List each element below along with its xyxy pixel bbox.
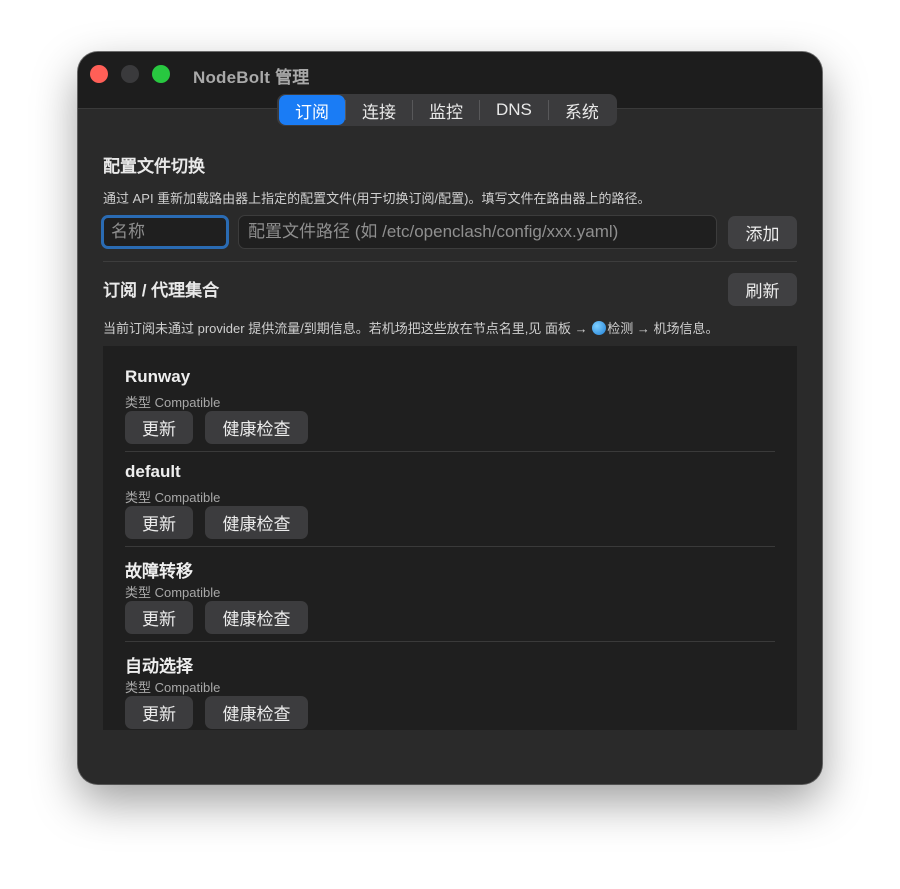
window-title: NodeBolt 管理 bbox=[193, 68, 310, 87]
zoom-window-button[interactable] bbox=[152, 65, 170, 83]
provider-name: default bbox=[125, 462, 181, 481]
provider-type: 类型 Compatible bbox=[125, 585, 221, 600]
provider-row: Runway 类型 Compatible 更新 健康检查 bbox=[125, 351, 775, 452]
content-area: 配置文件切换 通过 API 重新加载路由器上指定的配置文件(用于切换订阅/配置)… bbox=[78, 108, 822, 784]
provider-row: 故障转移 类型 Compatible 更新 健康检查 bbox=[125, 541, 775, 642]
update-button[interactable]: 更新 bbox=[125, 506, 193, 539]
app-window: NodeBolt 管理 订阅 连接 监控 DNS 系统 配置文件切换 通过 AP… bbox=[78, 52, 822, 784]
profile-name-input[interactable] bbox=[101, 215, 229, 249]
profile-heading: 配置文件切换 bbox=[103, 157, 205, 176]
provider-list: Runway 类型 Compatible 更新 健康检查 default 类型 … bbox=[103, 346, 797, 730]
provider-type: 类型 Compatible bbox=[125, 680, 221, 695]
provider-name: 自动选择 bbox=[125, 657, 193, 676]
update-button[interactable]: 更新 bbox=[125, 696, 193, 729]
minimize-window-button[interactable] bbox=[121, 65, 139, 83]
add-profile-button[interactable]: 添加 bbox=[728, 216, 797, 249]
provider-type: 类型 Compatible bbox=[125, 490, 221, 505]
providers-heading: 订阅 / 代理集合 bbox=[103, 281, 220, 300]
providers-note: 当前订阅未通过 provider 提供流量/到期信息。若机场把这些放在节点名里,… bbox=[103, 318, 718, 337]
providers-note-text-end: 检测 → 机场信息。 bbox=[607, 321, 719, 336]
tab-subscription[interactable]: 订阅 bbox=[279, 95, 345, 125]
tab-bar: 订阅 连接 监控 DNS 系统 bbox=[277, 94, 617, 126]
tab-connections[interactable]: 连接 bbox=[346, 95, 412, 125]
provider-name: 故障转移 bbox=[125, 562, 193, 581]
section-divider bbox=[103, 261, 797, 262]
health-check-button[interactable]: 健康检查 bbox=[205, 696, 308, 729]
provider-row: 自动选择 类型 Compatible 更新 健康检查 bbox=[125, 636, 775, 730]
profile-description: 通过 API 重新加载路由器上指定的配置文件(用于切换订阅/配置)。填写文件在路… bbox=[103, 191, 651, 206]
profile-path-input[interactable] bbox=[238, 215, 717, 249]
update-button[interactable]: 更新 bbox=[125, 601, 193, 634]
tab-monitor[interactable]: 监控 bbox=[413, 95, 479, 125]
refresh-button[interactable]: 刷新 bbox=[728, 273, 797, 306]
tab-system[interactable]: 系统 bbox=[549, 95, 615, 125]
health-check-button[interactable]: 健康检查 bbox=[205, 411, 308, 444]
health-check-button[interactable]: 健康检查 bbox=[205, 506, 308, 539]
provider-name: Runway bbox=[125, 367, 191, 386]
update-button[interactable]: 更新 bbox=[125, 411, 193, 444]
tab-dns[interactable]: DNS bbox=[480, 95, 548, 125]
globe-icon bbox=[592, 321, 607, 335]
close-window-button[interactable] bbox=[90, 65, 108, 83]
provider-type: 类型 Compatible bbox=[125, 395, 221, 410]
providers-note-text: 当前订阅未通过 provider 提供流量/到期信息。若机场把这些放在节点名里,… bbox=[103, 321, 592, 336]
health-check-button[interactable]: 健康检查 bbox=[205, 601, 308, 634]
provider-row: default 类型 Compatible 更新 健康检查 bbox=[125, 446, 775, 547]
